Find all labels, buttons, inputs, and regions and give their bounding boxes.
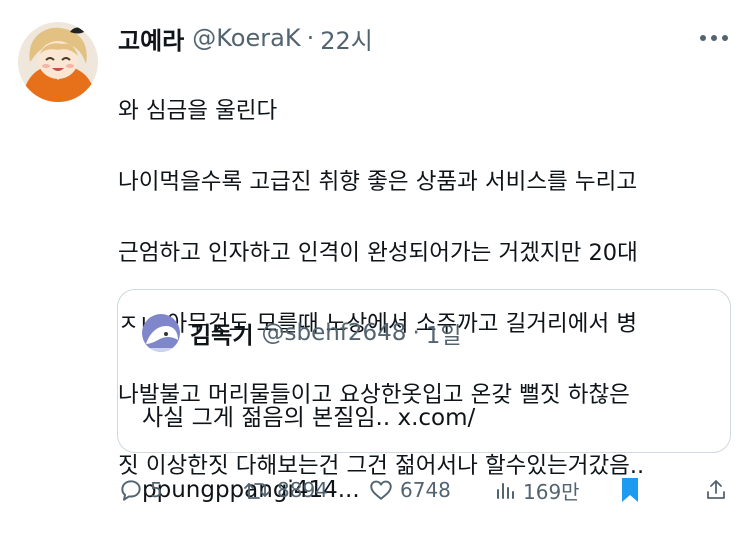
author-display-name[interactable]: 고예라	[118, 21, 184, 56]
quote-timestamp[interactable]: 1일	[426, 316, 462, 350]
tweet-timestamp[interactable]: 22시	[320, 21, 373, 56]
retweet-button[interactable]: 8894	[243, 470, 328, 510]
quote-header: 김독기 @sbehf2648 · 1일	[190, 316, 462, 350]
tweet-header: 고예라 @KoeraK · 22시	[118, 21, 373, 56]
like-button[interactable]: 6748	[368, 470, 451, 510]
retweet-icon	[244, 483, 270, 499]
tweet-text-line: 근엄하고 인자하고 인격이 완성되어가는 거겠지만 20대	[118, 239, 638, 266]
tweet-text-line: 나이먹을수록 고급진 취향 좋은 상품과 서비스를 누리고	[118, 168, 638, 195]
views-icon	[497, 483, 514, 499]
retweet-count: 8894	[277, 478, 328, 502]
tweet-action-bar: 5 8894 6748 169만	[0, 470, 750, 510]
reply-count: 5	[150, 478, 163, 502]
bookmark-button[interactable]	[618, 470, 642, 510]
quote-text-line: 사실 그게 젊음의 본질임.. x.com/	[142, 405, 476, 431]
bookmark-icon	[622, 478, 638, 502]
tweet-text-line: 와 심금을 울린다	[118, 97, 278, 124]
quote-author-handle[interactable]: @sbehf2648	[261, 320, 406, 346]
reply-button[interactable]: 5	[118, 470, 163, 510]
author-handle[interactable]: @KoeraK	[192, 24, 300, 52]
quote-tweet-card[interactable]: 김독기 @sbehf2648 · 1일 사실 그게 젊음의 본질임.. x.co…	[117, 289, 731, 503]
quote-author-avatar[interactable]	[142, 314, 180, 352]
share-button[interactable]	[704, 470, 728, 510]
quote-author-display-name[interactable]: 김독기	[190, 316, 253, 350]
quote-text: 사실 그게 젊음의 본질임.. x.com/ ppungppangi414...	[142, 364, 702, 544]
views-button[interactable]: 169만	[493, 470, 580, 510]
share-icon	[707, 480, 725, 499]
header-separator: ·	[306, 24, 315, 52]
more-icon	[700, 35, 728, 41]
author-avatar[interactable]	[18, 22, 98, 102]
more-options-button[interactable]	[696, 24, 732, 52]
heart-icon	[370, 480, 392, 500]
quote-header-separator: ·	[412, 320, 420, 346]
reply-icon	[121, 480, 141, 501]
like-count: 6748	[400, 478, 451, 502]
views-count: 169만	[523, 479, 580, 504]
